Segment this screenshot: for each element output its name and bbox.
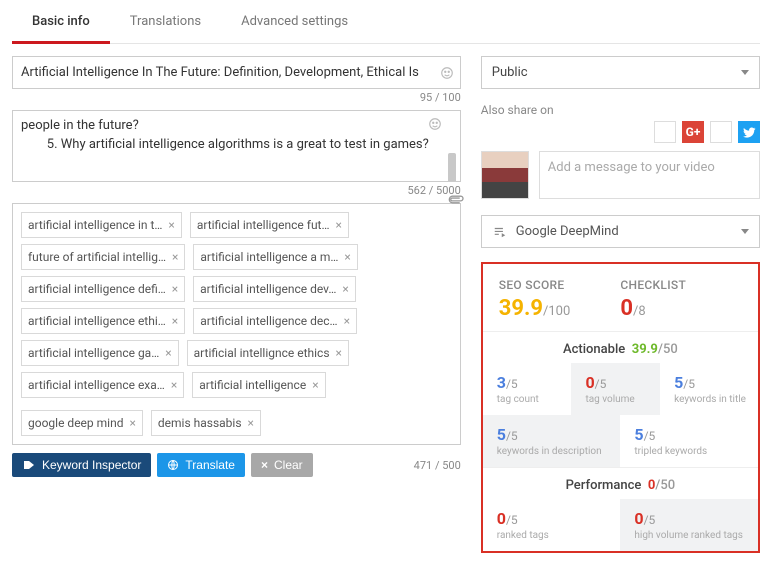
description-line: 5. Why artificial intelligence algorithm… [21, 136, 438, 155]
seo-score-label: SEO SCORE [499, 278, 621, 292]
seo-metric-cell: 0/5ranked tags [483, 499, 621, 551]
tag-label: demis hassabis [158, 416, 242, 430]
tag-label: artificial intelligence a m… [200, 250, 338, 264]
playlist-select[interactable]: Google DeepMind [481, 215, 760, 248]
keyword-inspector-button[interactable]: Keyword Inspector [12, 453, 151, 477]
tag-remove-icon[interactable]: × [129, 417, 135, 429]
seo-panel: SEO SCORE 39.9/100 CHECKLIST 0/8 Actiona… [481, 262, 760, 553]
tag-remove-icon[interactable]: × [248, 417, 254, 429]
tag-label: future of artificial intellig… [28, 250, 166, 264]
share-toggle-empty[interactable] [654, 121, 676, 143]
seo-metric-cell: 5/5keywords in description [483, 415, 621, 467]
description-line: people in the future? [21, 117, 438, 136]
title-input[interactable]: Artificial Intelligence In The Future: D… [12, 56, 461, 89]
tag-chip[interactable]: artificial intelligence ethi… × [21, 308, 185, 334]
tag-chip[interactable]: artificial intelligence × [192, 372, 325, 398]
tag-remove-icon[interactable]: × [172, 283, 178, 295]
description-counter: 562 / 5000 [12, 184, 461, 197]
seo-score-value: 39.9 [499, 296, 543, 321]
privacy-select[interactable]: Public [481, 56, 760, 89]
tag-chip[interactable]: google deep mind × [21, 410, 143, 436]
tag-label: artificial intelligence dev… [200, 282, 336, 296]
seo-metric-cell: 5/5keywords in title [660, 363, 758, 415]
tag-chip[interactable]: artificial intelligence exa… × [21, 372, 184, 398]
tag-chip[interactable]: artificial intelligence defi… × [21, 276, 185, 302]
checklist-den: /8 [633, 304, 646, 319]
share-message-input[interactable]: Add a message to your video [539, 151, 760, 199]
tags-counter: 471 / 500 [414, 459, 461, 472]
emoji-icon[interactable] [440, 66, 454, 80]
tag-remove-icon[interactable]: × [168, 219, 174, 231]
tag-remove-icon[interactable]: × [336, 347, 342, 359]
actionable-header: Actionable 39.9/50 [483, 331, 758, 363]
tag-chip[interactable]: artificial intelligence dev… × [193, 276, 356, 302]
ki-label: Keyword Inspector [42, 458, 141, 472]
seo-metric-cell: 5/5tripled keywords [620, 415, 758, 467]
tag-chip[interactable]: artificial intelligence dec… × [193, 308, 357, 334]
tag-label: artificial intelligence ethi… [28, 314, 166, 328]
tag-remove-icon[interactable]: × [172, 251, 178, 263]
tag-chip[interactable]: artificial intelligence in t… × [21, 212, 182, 238]
tag-remove-icon[interactable]: × [172, 315, 178, 327]
tab-basic-info[interactable]: Basic info [12, 0, 110, 44]
share-toggle-empty[interactable] [710, 121, 732, 143]
tag-chip[interactable]: demis hassabis × [151, 410, 261, 436]
tag-icon [22, 459, 36, 471]
tab-translations[interactable]: Translations [110, 0, 221, 43]
tag-remove-icon[interactable]: × [171, 379, 177, 391]
chevron-down-icon [741, 229, 749, 234]
scrollbar[interactable] [446, 113, 458, 179]
tag-chip[interactable]: artificial intellignce ethics × [187, 340, 349, 366]
tag-label: artificial intellignce ethics [194, 346, 330, 360]
tag-label: artificial intelligence ga… [28, 346, 159, 360]
tr-label: Translate [185, 458, 235, 472]
twitter-icon[interactable] [738, 121, 760, 143]
performance-header: Performance 0/50 [483, 467, 758, 499]
tag-label: artificial intelligence in t… [28, 218, 162, 232]
tag-label: artificial intelligence defi… [28, 282, 166, 296]
playlist-value: Google DeepMind [516, 224, 619, 239]
globe-icon [167, 459, 179, 471]
tag-chip[interactable]: artificial intelligence a m… × [193, 244, 357, 270]
seo-metric-cell: 0/5tag volume [571, 363, 660, 415]
title-text: Artificial Intelligence In The Future: D… [21, 65, 419, 80]
share-label: Also share on [481, 103, 760, 117]
tag-label: artificial intelligence fut… [197, 218, 330, 232]
tag-label: artificial intelligence dec… [200, 314, 337, 328]
tag-label: google deep mind [28, 416, 123, 430]
avatar [481, 151, 529, 199]
tag-remove-icon[interactable]: × [344, 315, 350, 327]
checklist-value: 0 [620, 296, 633, 321]
tag-remove-icon[interactable]: × [342, 283, 348, 295]
tag-label: artificial intelligence exa… [28, 378, 165, 392]
googleplus-icon[interactable]: G+ [682, 121, 704, 143]
checklist-label: CHECKLIST [620, 278, 742, 292]
tags-input[interactable]: artificial intelligence in t…×artificial… [12, 203, 461, 445]
description-input[interactable]: people in the future? 5. Why artificial … [12, 110, 461, 182]
clear-button[interactable]: × Clear [251, 453, 313, 477]
tag-remove-icon[interactable]: × [312, 379, 318, 391]
tag-chip[interactable]: artificial intelligence ga… × [21, 340, 179, 366]
seo-score-den: /100 [543, 304, 570, 319]
chevron-down-icon [741, 70, 749, 75]
tab-advanced[interactable]: Advanced settings [221, 0, 368, 43]
tag-remove-icon[interactable]: × [336, 219, 342, 231]
seo-metric-cell: 0/5high volume ranked tags [620, 499, 758, 551]
playlist-icon [492, 225, 508, 239]
emoji-icon[interactable] [428, 117, 442, 131]
tabs: Basic info Translations Advanced setting… [12, 0, 760, 44]
x-icon: × [261, 458, 268, 472]
cl-label: Clear [274, 458, 303, 472]
tag-chip[interactable]: artificial intelligence fut… × [190, 212, 349, 238]
tag-chip[interactable]: future of artificial intellig… × [21, 244, 185, 270]
seo-metric-cell: 3/5tag count [483, 363, 572, 415]
translate-button[interactable]: Translate [157, 453, 245, 477]
tag-remove-icon[interactable]: × [165, 347, 171, 359]
tag-remove-icon[interactable]: × [344, 251, 350, 263]
title-counter: 95 / 100 [12, 91, 461, 104]
tag-label: artificial intelligence [199, 378, 306, 392]
privacy-value: Public [492, 65, 528, 80]
